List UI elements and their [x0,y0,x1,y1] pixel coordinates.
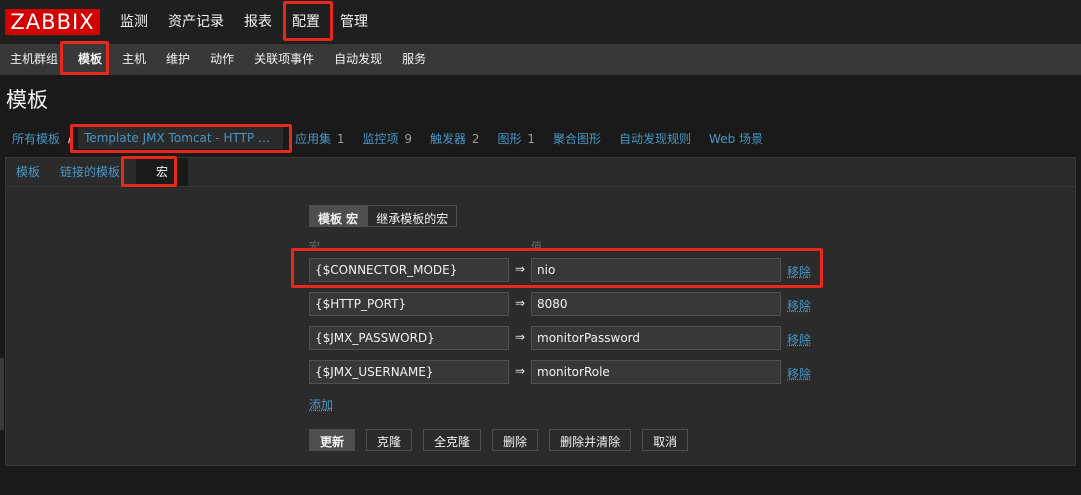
remove-macro-link[interactable]: 移除 [787,365,811,382]
sub-menu-maintenance[interactable]: 维护 [156,44,200,75]
remove-macro-link[interactable]: 移除 [787,331,811,348]
remove-macro-link[interactable]: 移除 [787,297,811,314]
breadcrumb-all-templates[interactable]: 所有模板 [0,130,66,147]
macro-row: {$JMX_USERNAME} ⇒ monitorRole 移除 [309,360,829,384]
delete-and-clear-button[interactable]: 删除并清除 [549,429,632,451]
update-button[interactable]: 更新 [309,429,356,451]
macro-row: {$HTTP_PORT} ⇒ 8080 移除 [309,292,829,316]
scroll-handle[interactable] [0,358,4,430]
sub-menu: 主机群组 模板 主机 维护 动作 关联项事件 自动发现 服务 [0,44,1081,75]
items-count: 9 [404,131,413,146]
arrow-icon: ⇒ [515,330,526,344]
breadcrumb-triggers[interactable]: 触发器 2 [424,130,485,147]
macro-mode-toggle: 模板 宏 继承模板的宏 [309,205,458,227]
triggers-count: 2 [471,131,480,146]
macro-value-input[interactable]: 8080 [531,292,781,316]
remove-macro-link[interactable]: 移除 [787,263,811,280]
breadcrumb-graphs[interactable]: 图形 1 [492,130,541,147]
macro-row: {$JMX_PASSWORD} ⇒ monitorPassword 移除 [309,326,829,350]
graphs-label: 图形 [497,131,522,146]
cancel-button[interactable]: 取消 [642,429,689,451]
applications-count: 1 [336,131,345,146]
full-clone-button[interactable]: 全克隆 [423,429,482,451]
page-title: 模板 [6,88,48,112]
form-buttons: 更新 克隆 全克隆 删除 删除并清除 取消 [309,429,699,451]
breadcrumb-current-template[interactable]: Template JMX Tomcat - HTTP Con… [78,127,284,149]
delete-button[interactable]: 删除 [492,429,539,451]
main-menu: 监测 资产记录 报表 配置 管理 [110,0,378,44]
top-bar: ZABBIX 监测 资产记录 报表 配置 管理 [0,0,1081,44]
macro-name-input[interactable]: {$JMX_USERNAME} [309,360,509,384]
macro-value-input[interactable]: nio [531,258,781,282]
sub-menu-hosts[interactable]: 主机 [112,44,156,75]
tab-linked-templates[interactable]: 链接的模板 [50,158,130,186]
applications-label: 应用集 [295,131,332,146]
macro-row: {$CONNECTOR_MODE} ⇒ nio 移除 [309,258,829,282]
macro-value-input[interactable]: monitorPassword [531,326,781,350]
zabbix-logo[interactable]: ZABBIX [5,9,100,35]
breadcrumb-screens[interactable]: 聚合图形 [547,130,607,147]
macro-name-input[interactable]: {$CONNECTOR_MODE} [309,258,509,282]
arrow-icon: ⇒ [515,262,526,276]
main-menu-administration[interactable]: 管理 [330,0,378,44]
main-menu-monitoring[interactable]: 监测 [110,0,158,44]
items-label: 监控项 [362,131,399,146]
tab-macros[interactable]: 宏 [136,158,189,186]
macro-name-input[interactable]: {$JMX_PASSWORD} [309,326,509,350]
arrow-icon: ⇒ [515,296,526,310]
breadcrumb-applications[interactable]: 应用集 1 [289,130,350,147]
template-form-panel: 模板 链接的模板 宏 模板 宏 继承模板的宏 宏 值 {$CONNECTOR_M… [5,157,1076,466]
breadcrumb-separator: / [68,131,73,145]
column-header-value: 值 [531,240,542,253]
tabs-divider [6,186,1075,187]
sub-menu-event-correlation[interactable]: 关联项事件 [244,44,324,75]
main-menu-inventory[interactable]: 资产记录 [158,0,234,44]
sub-menu-actions[interactable]: 动作 [200,44,244,75]
sub-menu-services[interactable]: 服务 [392,44,436,75]
sub-menu-templates[interactable]: 模板 [68,44,112,75]
tab-template[interactable]: 模板 [6,158,50,186]
column-header-macro: 宏 [309,240,320,253]
template-macros-button[interactable]: 模板 宏 [309,205,368,227]
breadcrumb-discovery-rules[interactable]: 自动发现规则 [613,130,697,147]
macro-value-input[interactable]: monitorRole [531,360,781,384]
sub-menu-host-groups[interactable]: 主机群组 [0,44,68,75]
sub-menu-discovery[interactable]: 自动发现 [324,44,392,75]
main-menu-configuration[interactable]: 配置 [282,0,330,44]
clone-button[interactable]: 克隆 [366,429,413,451]
breadcrumb: 所有模板 / Template JMX Tomcat - HTTP Con… 应… [0,124,1081,152]
main-menu-reports[interactable]: 报表 [234,0,282,44]
inherited-macros-button[interactable]: 继承模板的宏 [367,205,458,227]
breadcrumb-web-scenarios[interactable]: Web 场景 [703,130,769,147]
arrow-icon: ⇒ [515,364,526,378]
graphs-count: 1 [527,131,535,146]
macro-name-input[interactable]: {$HTTP_PORT} [309,292,509,316]
breadcrumb-items[interactable]: 监控项 9 [357,130,418,147]
form-tabs: 模板 链接的模板 宏 [6,158,189,186]
add-macro-link[interactable]: 添加 [309,396,333,413]
triggers-label: 触发器 [430,131,467,146]
